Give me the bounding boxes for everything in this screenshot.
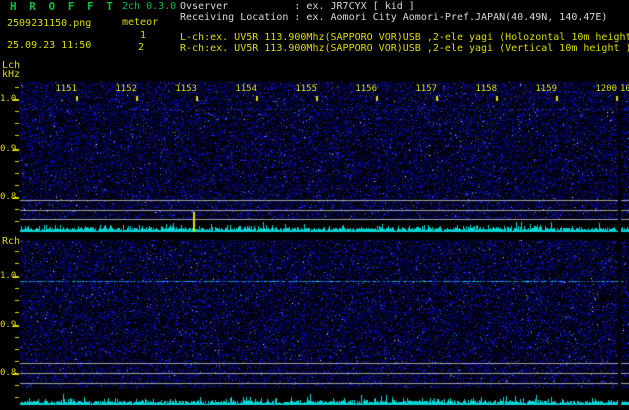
channel-1-number: 1 <box>140 30 147 41</box>
time-label: 1151 <box>55 84 77 94</box>
output-filename: 2509231150.png <box>7 18 92 29</box>
date-time: 25.09.23 11:50 <box>7 40 92 51</box>
lch-unit-label: kHz <box>2 69 21 80</box>
app-version: 2ch 0.3.0 <box>122 1 177 12</box>
time-label: 1155 <box>295 84 317 94</box>
observer-line: Ovserver : ex. JR7CYX [ kid ] <box>180 1 415 12</box>
time-label: 1158 <box>475 84 497 94</box>
time-label: 1200 <box>595 84 617 94</box>
time-label: 1153 <box>175 84 197 94</box>
lch-freq-label-0.9: 0.9 <box>0 144 17 154</box>
rch-panel-label: Rch <box>2 236 21 247</box>
spectrogram-canvas <box>0 0 629 410</box>
lch-freq-label-1.0: 1.0 <box>0 94 17 104</box>
rch-freq-label-0.8: 0.8 <box>0 368 17 378</box>
time-label-partial: 10 <box>620 84 629 94</box>
time-label: 1154 <box>235 84 257 94</box>
lch-config-line: L-ch:ex. UV5R 113.900Mhz(SAPPORO VOR)USB… <box>180 32 629 43</box>
time-label: 1152 <box>115 84 137 94</box>
rch-config-line: R-ch:ex. UV5R 113.900Mhz(SAPPORO VOR)USB… <box>180 43 629 54</box>
mode-label: meteor <box>122 17 159 28</box>
rch-freq-label-1.0: 1.0 <box>0 271 17 281</box>
time-label: 1157 <box>415 84 437 94</box>
lch-freq-label-0.8: 0.8 <box>0 192 17 202</box>
rch-freq-label-0.9: 0.9 <box>0 320 17 330</box>
app-title: H R O F F T <box>10 0 116 13</box>
location-line: Receiving Location : ex. Aomori City Aom… <box>180 12 608 23</box>
hrofft-screen: H R O F F T 2ch 0.3.0 2509231150.png met… <box>0 0 629 410</box>
time-label: 1159 <box>535 84 557 94</box>
time-label: 1156 <box>355 84 377 94</box>
channel-2-number: 2 <box>138 42 145 53</box>
